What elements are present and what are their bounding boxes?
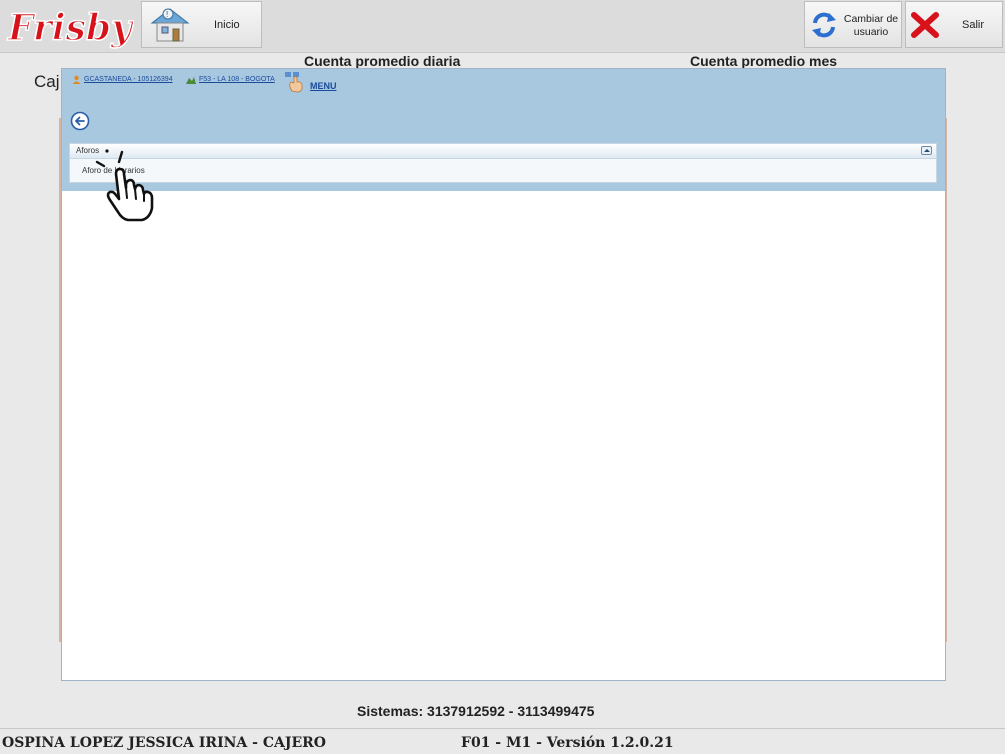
- cambiar-usuario-label: Cambiar de usuario: [843, 13, 899, 38]
- menu-link-text: MENU: [310, 81, 337, 91]
- footer-version: F01 - M1 - Versión 1.2.0.21: [461, 735, 674, 751]
- refresh-icon: [812, 12, 836, 38]
- caja-label: Caj: [34, 72, 60, 91]
- svg-text:!: !: [166, 10, 169, 19]
- user-link-text: GCASTANEDA - 105126394: [84, 76, 173, 83]
- salir-label: Salir: [962, 19, 985, 31]
- menu-hand-icon: [285, 72, 303, 93]
- sistemas-phone-text: Sistemas: 3137912592 - 3113499475: [357, 703, 595, 719]
- aforos-panel: Aforos Aforo de Horarios: [69, 143, 937, 183]
- store-link[interactable]: F53 - LA 108 - BOGOTA: [186, 75, 275, 84]
- menu-link[interactable]: MENU: [284, 71, 337, 93]
- collapse-icon[interactable]: [921, 146, 932, 155]
- modal-header: GCASTANEDA - 105126394 F53 - LA 108 - BO…: [62, 69, 945, 191]
- cuenta-diaria-title: Cuenta promedio diaria: [304, 53, 461, 69]
- store-icon: [186, 77, 196, 84]
- close-x-icon: [911, 12, 939, 38]
- footer-user-role: OSPINA LOPEZ JESSICA IRINA - CAJERO: [2, 735, 326, 751]
- aforos-panel-header[interactable]: Aforos: [70, 144, 936, 159]
- user-icon: [72, 75, 81, 84]
- top-toolbar: Frisby ! Inicio Cambiar de usuario Salir: [0, 0, 1005, 53]
- user-link[interactable]: GCASTANEDA - 105126394: [72, 75, 173, 84]
- salir-button[interactable]: Salir: [905, 1, 1003, 48]
- home-icon: !: [150, 8, 190, 42]
- inicio-label: Inicio: [214, 19, 240, 31]
- menu-modal: GCASTANEDA - 105126394 F53 - LA 108 - BO…: [61, 68, 946, 681]
- frisby-logo: Frisby: [6, 6, 134, 50]
- back-arrow-icon[interactable]: [70, 111, 90, 131]
- pointer-hand-icon: [95, 149, 154, 222]
- store-link-text: F53 - LA 108 - BOGOTA: [199, 76, 275, 83]
- inicio-button[interactable]: ! Inicio: [141, 1, 262, 48]
- footer-divider: [0, 728, 1005, 729]
- cuenta-mes-title: Cuenta promedio mes: [690, 53, 838, 69]
- logo-text: Frisby: [7, 7, 134, 49]
- cambiar-usuario-button[interactable]: Cambiar de usuario: [804, 1, 902, 48]
